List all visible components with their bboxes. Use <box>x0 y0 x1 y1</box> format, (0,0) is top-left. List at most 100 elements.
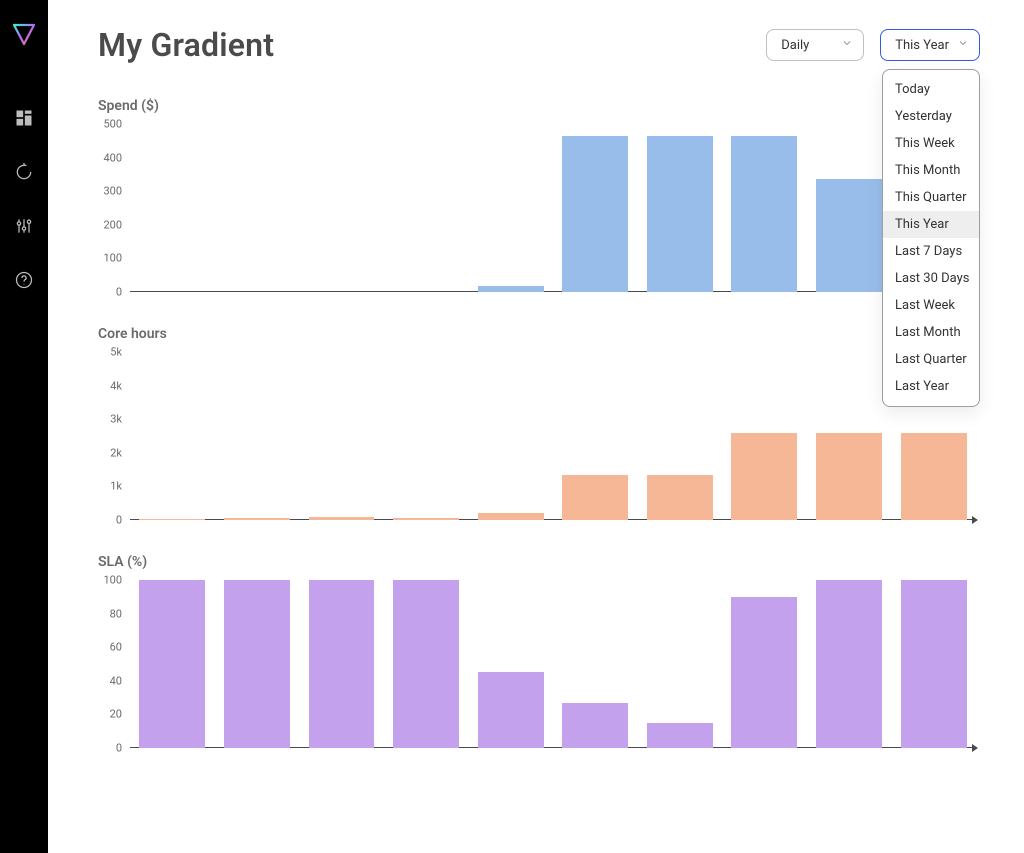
dashboard-icon[interactable] <box>12 106 36 130</box>
y-tick: 40 <box>94 674 122 687</box>
bar[interactable] <box>478 672 544 748</box>
plot <box>130 580 976 748</box>
interval-dropdown[interactable]: Daily <box>766 29 864 61</box>
bar[interactable] <box>224 518 290 520</box>
bar[interactable] <box>901 580 967 748</box>
bar[interactable] <box>731 597 797 748</box>
range-dropdown-button[interactable]: This Year <box>880 29 980 61</box>
bar[interactable] <box>562 703 628 748</box>
help-icon[interactable] <box>12 268 36 292</box>
range-option[interactable]: Yesterday <box>883 103 979 130</box>
range-dropdown-label: This Year <box>895 38 949 53</box>
range-option[interactable]: This Quarter <box>883 184 979 211</box>
interval-dropdown-button[interactable]: Daily <box>766 29 864 61</box>
page-title: My Gradient <box>98 26 274 64</box>
range-option[interactable]: Last Quarter <box>883 346 979 373</box>
range-option[interactable]: Last Month <box>883 319 979 346</box>
y-tick: 1k <box>94 480 122 493</box>
plot <box>130 352 976 520</box>
bar-slot <box>384 124 469 292</box>
bars <box>130 580 976 748</box>
y-tick: 200 <box>94 218 122 231</box>
bar[interactable] <box>647 475 713 520</box>
chart-spend: Spend ($) 0100200300400500 <box>98 98 980 292</box>
y-tick: 5k <box>94 346 122 359</box>
selectors: Daily This Year TodayYesterdayThis WeekT… <box>766 29 980 61</box>
sliders-icon[interactable] <box>12 214 36 238</box>
bar-slot <box>807 352 892 520</box>
chart-area: 0100200300400500 <box>98 124 980 292</box>
bar-slot <box>468 580 553 748</box>
bars <box>130 124 976 292</box>
range-option[interactable]: This Year <box>883 211 979 238</box>
bar[interactable] <box>478 286 544 292</box>
y-axis: 020406080100 <box>98 580 126 748</box>
range-option[interactable]: Today <box>883 76 979 103</box>
refresh-icon[interactable] <box>12 160 36 184</box>
bar-slot <box>215 352 300 520</box>
chart-sla: SLA (%) 020406080100 <box>98 554 980 748</box>
bar[interactable] <box>139 519 205 520</box>
logo-icon[interactable] <box>12 22 36 46</box>
range-option[interactable]: Last 7 Days <box>883 238 979 265</box>
bar-slot <box>553 580 638 748</box>
y-tick: 100 <box>94 574 122 587</box>
bar-slot <box>807 580 892 748</box>
bar[interactable] <box>393 580 459 748</box>
range-dropdown[interactable]: This Year TodayYesterdayThis WeekThis Mo… <box>880 29 980 61</box>
bar-slot <box>215 580 300 748</box>
bar-slot <box>722 352 807 520</box>
bar-slot <box>807 124 892 292</box>
bar[interactable] <box>139 580 205 748</box>
y-tick: 3k <box>94 413 122 426</box>
chart-core_hours: Core hours 01k2k3k4k5k <box>98 326 980 520</box>
bar-slot <box>468 352 553 520</box>
bar-slot <box>384 352 469 520</box>
charts-container: Spend ($) 0100200300400500 Core hours 01k2k… <box>98 98 980 748</box>
bar-slot <box>638 124 723 292</box>
bar[interactable] <box>478 513 544 520</box>
main-content: My Gradient Daily This Year TodayYesterd <box>48 0 1024 853</box>
range-dropdown-menu: TodayYesterdayThis WeekThis MonthThis Qu… <box>882 69 980 407</box>
bar[interactable] <box>562 475 628 520</box>
bars <box>130 352 976 520</box>
bar-slot <box>215 124 300 292</box>
chart-area: 01k2k3k4k5k <box>98 352 980 520</box>
range-option[interactable]: Last Year <box>883 373 979 400</box>
bar[interactable] <box>393 518 459 520</box>
range-option[interactable]: Last Week <box>883 292 979 319</box>
y-tick: 100 <box>94 252 122 265</box>
bar[interactable] <box>224 580 290 748</box>
bar[interactable] <box>309 580 375 748</box>
bar[interactable] <box>731 433 797 520</box>
chart-title: Spend ($) <box>98 98 980 114</box>
range-option[interactable]: This Week <box>883 130 979 157</box>
bar[interactable] <box>647 723 713 748</box>
y-tick: 0 <box>94 514 122 527</box>
y-tick: 300 <box>94 185 122 198</box>
bar-slot <box>299 124 384 292</box>
chart-area: 020406080100 <box>98 580 980 748</box>
y-tick: 60 <box>94 641 122 654</box>
range-option[interactable]: Last 30 Days <box>883 265 979 292</box>
y-tick: 400 <box>94 151 122 164</box>
bar-slot <box>638 352 723 520</box>
bar[interactable] <box>731 136 797 292</box>
chart-title: Core hours <box>98 326 980 342</box>
chart-title: SLA (%) <box>98 554 980 570</box>
bar[interactable] <box>816 179 882 292</box>
bar[interactable] <box>816 580 882 748</box>
range-option[interactable]: This Month <box>883 157 979 184</box>
interval-dropdown-label: Daily <box>781 38 809 53</box>
y-tick: 2k <box>94 446 122 459</box>
bar[interactable] <box>816 433 882 520</box>
bar-slot <box>130 580 215 748</box>
bar[interactable] <box>647 136 713 292</box>
bar[interactable] <box>901 433 967 520</box>
y-tick: 4k <box>94 379 122 392</box>
bar[interactable] <box>309 517 375 520</box>
y-tick: 20 <box>94 708 122 721</box>
y-tick: 500 <box>94 118 122 131</box>
bar-slot <box>722 580 807 748</box>
bar[interactable] <box>562 136 628 292</box>
